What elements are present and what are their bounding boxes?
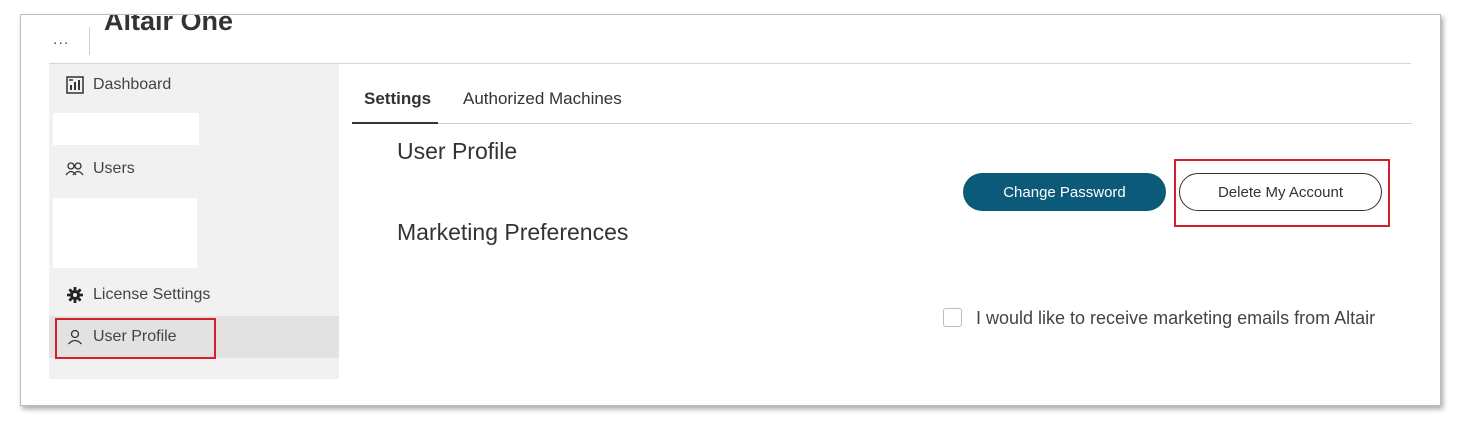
- dashboard-icon: [65, 75, 85, 95]
- sidebar-item-label: Dashboard: [93, 76, 172, 93]
- tab-authorized-machines[interactable]: Authorized Machines: [463, 89, 622, 109]
- sidebar-item-label: License Settings: [93, 286, 211, 303]
- marketing-emails-label: I would like to receive marketing emails…: [976, 308, 1376, 328]
- app-title: Altair One: [104, 14, 234, 36]
- sidebar-item-users[interactable]: Users: [49, 148, 339, 190]
- sidebar-item-label: Users: [93, 160, 135, 177]
- change-password-button[interactable]: Change Password: [963, 173, 1166, 211]
- marketing-emails-checkbox[interactable]: [943, 308, 962, 327]
- top-bar: ... Altair One: [49, 15, 1411, 64]
- topbar-divider: [89, 27, 90, 55]
- marketing-preferences-heading: Marketing Preferences: [397, 219, 629, 245]
- tab-bar: Settings Authorized Machines: [352, 77, 1412, 124]
- delete-account-button[interactable]: Delete My Account: [1179, 173, 1382, 211]
- user-icon: [65, 327, 85, 347]
- blank-placeholder: [53, 113, 199, 145]
- user-profile-heading: User Profile: [397, 138, 518, 164]
- sidebar-item-label: User Profile: [93, 328, 177, 345]
- gear-icon: [65, 285, 85, 305]
- users-icon: [65, 159, 85, 179]
- active-tab-indicator: [352, 122, 438, 124]
- tab-settings[interactable]: Settings: [364, 89, 431, 109]
- app-window: ... Altair One Dashboard Users License S…: [20, 14, 1441, 406]
- sidebar-item-user-profile[interactable]: User Profile: [49, 316, 339, 358]
- app-menu-button[interactable]: ...: [53, 31, 69, 49]
- blank-placeholder: [53, 198, 197, 268]
- sidebar: Dashboard Users License Settings User Pr…: [49, 64, 339, 379]
- sidebar-item-license-settings[interactable]: License Settings: [49, 274, 339, 316]
- sidebar-item-dashboard[interactable]: Dashboard: [49, 64, 339, 106]
